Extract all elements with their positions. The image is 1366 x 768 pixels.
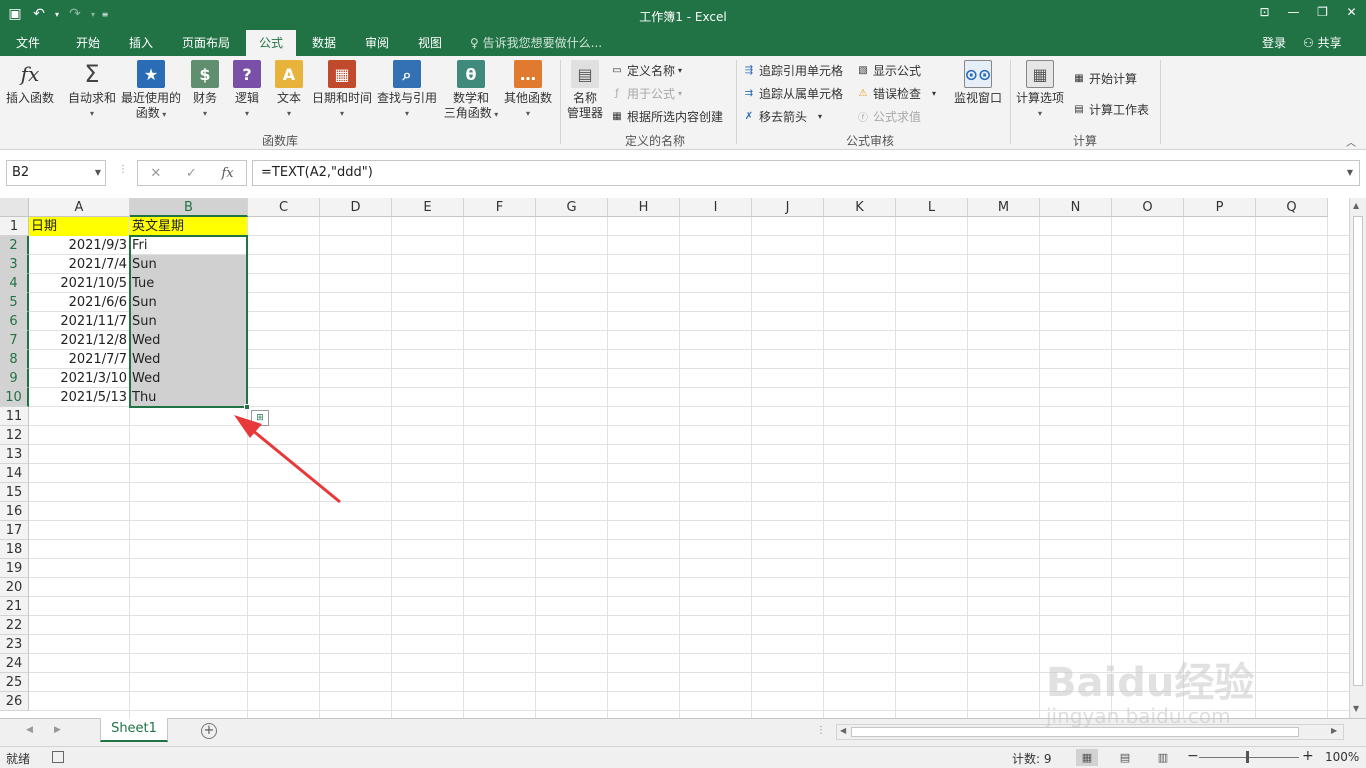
arrow-shaft [245,423,341,504]
annotation-arrow [234,415,341,504]
